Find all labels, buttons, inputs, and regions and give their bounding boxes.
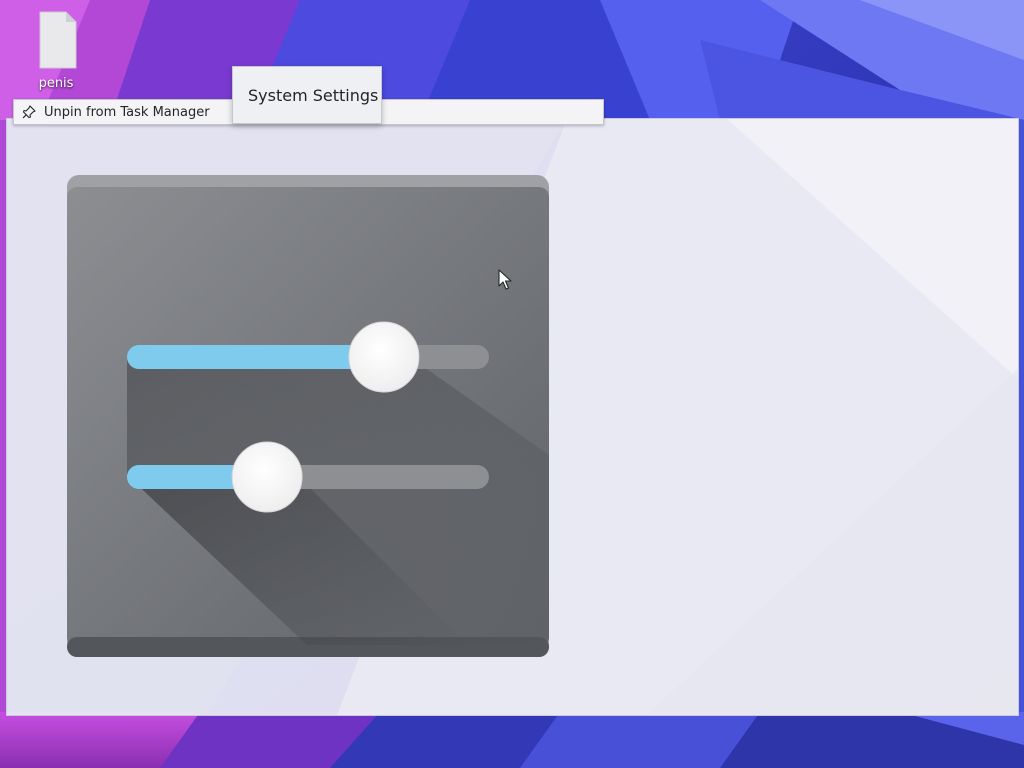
file-icon xyxy=(39,11,77,69)
task-tooltip: System Settings xyxy=(232,66,382,124)
desktop: penis Unpin from Task Manager System Set… xyxy=(0,0,1024,768)
system-settings-icon xyxy=(67,175,549,657)
unpin-icon xyxy=(22,105,36,119)
desktop-file-penis[interactable]: penis xyxy=(24,8,88,91)
menu-item-label: Unpin from Task Manager xyxy=(44,104,210,120)
tooltip-title: System Settings xyxy=(248,86,379,105)
menu-item-unpin-from-task-manager[interactable]: Unpin from Task Manager xyxy=(18,102,214,122)
desktop-file-label: penis xyxy=(38,76,74,91)
window-preview[interactable] xyxy=(6,118,1019,716)
